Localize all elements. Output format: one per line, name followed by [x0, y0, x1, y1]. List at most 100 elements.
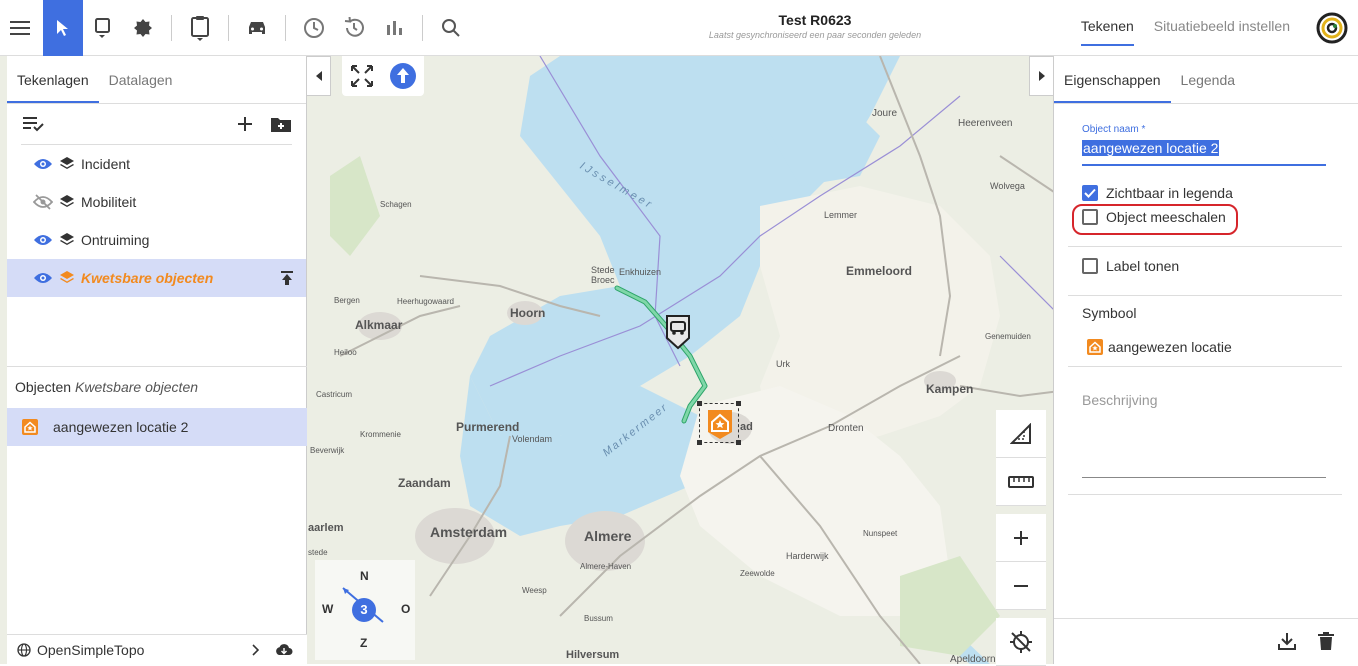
layer-label: Ontruiming [81, 232, 150, 248]
tab-eigenschappen[interactable]: Eigenschappen [1054, 56, 1171, 103]
draw-symbol-button[interactable] [123, 8, 163, 48]
tab-tekenlagen[interactable]: Tekenlagen [7, 56, 99, 103]
map-label-schagen: Schagen [380, 200, 412, 209]
chevron-right-icon[interactable] [251, 643, 259, 656]
map-label-zeewolde: Zeewolde [740, 569, 775, 578]
map-label-harderwijk: Harderwijk [786, 551, 829, 561]
checkbox-object-meeschalen[interactable]: Object meeschalen [1082, 209, 1226, 225]
map-label-lemmer: Lemmer [824, 210, 858, 220]
map-label-heiloo: Heiloo [334, 348, 357, 357]
eye-off-icon[interactable] [33, 194, 53, 210]
map-label-genemuiden: Genemuiden [985, 332, 1031, 341]
divider [1068, 246, 1342, 247]
layer-ontruiming[interactable]: Ontruiming [7, 221, 306, 259]
symbol-section-title: Symbool [1082, 305, 1137, 321]
checkbox-empty-icon[interactable] [1082, 258, 1098, 274]
map-label-joure: Joure [872, 108, 898, 119]
layer-mobiliteit[interactable]: Mobiliteit [7, 183, 306, 221]
divider [1068, 366, 1342, 367]
badge-icon [134, 18, 152, 37]
layer-incident[interactable]: Incident [7, 145, 306, 183]
layer-label: Kwetsbare objecten [81, 270, 214, 286]
eye-icon[interactable] [33, 157, 53, 171]
divider [1068, 494, 1342, 495]
app-logo-icon[interactable] [1316, 12, 1348, 44]
basemap-selector[interactable]: OpenSimpleTopo [7, 634, 307, 664]
map-label-apeldoorn: Apeldoorn [950, 654, 996, 664]
eye-icon[interactable] [33, 233, 53, 247]
compass-o: O [401, 602, 411, 616]
checkbox-empty-icon[interactable] [1082, 209, 1098, 225]
object-row[interactable]: aangewezen locatie 2 [7, 408, 307, 446]
trash-icon[interactable] [1317, 631, 1335, 651]
map-label-dronten: Dronten [828, 423, 864, 434]
map-label-haarlem: aarlem [308, 522, 344, 534]
objects-layer-name: Kwetsbare objecten [75, 379, 199, 395]
search-button[interactable] [431, 8, 471, 48]
compass-z: Z [360, 636, 368, 650]
measure-distance-button[interactable] [996, 458, 1046, 506]
clipboard-icon [191, 15, 209, 41]
map-label-castricum: Castricum [316, 390, 353, 399]
description-underline [1082, 477, 1326, 478]
map-label-nunspeet: Nunspeet [863, 529, 898, 538]
left-panel-tabs: Tekenlagen Datalagen [7, 56, 306, 104]
objects-header: Objecten Kwetsbare objecten [7, 366, 307, 406]
tab-datalagen[interactable]: Datalagen [99, 56, 183, 103]
checkbox-zichtbaar-legenda[interactable]: Zichtbaar in legenda [1082, 185, 1233, 201]
measure-area-button[interactable] [996, 410, 1046, 458]
map-label-hilversum: Hilversum [566, 649, 620, 661]
caret-left-icon [315, 71, 322, 81]
tab-tekenen[interactable]: Tekenen [1080, 10, 1134, 46]
document-title: Test R0623 [778, 12, 852, 28]
history-button[interactable] [334, 8, 374, 48]
layer-kwetsbare-objecten[interactable]: Kwetsbare objecten [7, 259, 306, 297]
zoom-in-button[interactable] [996, 514, 1046, 562]
compass-widget[interactable]: N O Z W 3 [315, 560, 415, 660]
symbol-selector[interactable]: aangewezen locatie [1086, 338, 1232, 356]
objects-title: Objecten [15, 379, 72, 395]
panel-actions [1054, 618, 1358, 664]
tab-legenda[interactable]: Legenda [1171, 56, 1246, 103]
clipboard-button[interactable] [180, 8, 220, 48]
statistics-button[interactable] [374, 8, 414, 48]
move-to-top-icon[interactable] [280, 270, 294, 286]
layers-icon [60, 157, 74, 169]
map-label-amsterdam: Amsterdam [430, 524, 508, 540]
route-marker-vehicle-icon[interactable] [665, 314, 691, 350]
download-icon[interactable] [1277, 631, 1297, 651]
checkbox-checked-icon[interactable] [1082, 185, 1098, 201]
compass-n: N [360, 569, 369, 583]
hamburger-icon [10, 20, 30, 35]
selected-object-marker[interactable] [697, 401, 741, 445]
select-tool-button[interactable] [43, 0, 83, 56]
tab-situatiebeeld[interactable]: Situatiebeeld instellen [1154, 10, 1290, 46]
eye-icon[interactable] [33, 271, 53, 285]
collapse-left-panel-button[interactable] [307, 56, 331, 96]
checkbox-label-tonen[interactable]: Label tonen [1082, 258, 1179, 274]
add-folder-icon[interactable] [270, 115, 292, 133]
map-label-purmerend: Purmerend [456, 420, 520, 434]
vehicle-button[interactable] [237, 8, 277, 48]
cloud-download-icon[interactable] [275, 643, 293, 657]
locate-button[interactable] [996, 618, 1046, 666]
fullscreen-icon[interactable] [350, 64, 374, 88]
description-field[interactable]: Beschrijving [1082, 392, 1157, 408]
menu-button[interactable] [0, 8, 40, 48]
layers-icon [60, 271, 74, 283]
add-layer-icon[interactable] [236, 115, 254, 133]
map-label-heerhugowaard: Heerhugowaard [397, 297, 454, 306]
north-arrow-icon[interactable] [389, 62, 417, 90]
clock-icon [304, 17, 324, 38]
zoom-out-button[interactable] [996, 562, 1046, 610]
map-label-almere: Almere [584, 528, 632, 544]
map-label-almere-haven: Almere-Haven [580, 562, 632, 571]
properties-panel: Eigenschappen Legenda Object naam * aang… [1053, 56, 1358, 664]
object-name-input[interactable]: aangewezen locatie 2 [1082, 140, 1326, 166]
collapse-right-panel-button[interactable] [1029, 56, 1053, 96]
map-label-bussum: Bussum [584, 614, 613, 623]
checklist-icon[interactable] [21, 115, 45, 133]
draw-shape-button[interactable] [83, 8, 123, 48]
timeline-button[interactable] [294, 8, 334, 48]
location-off-icon [1010, 630, 1032, 653]
